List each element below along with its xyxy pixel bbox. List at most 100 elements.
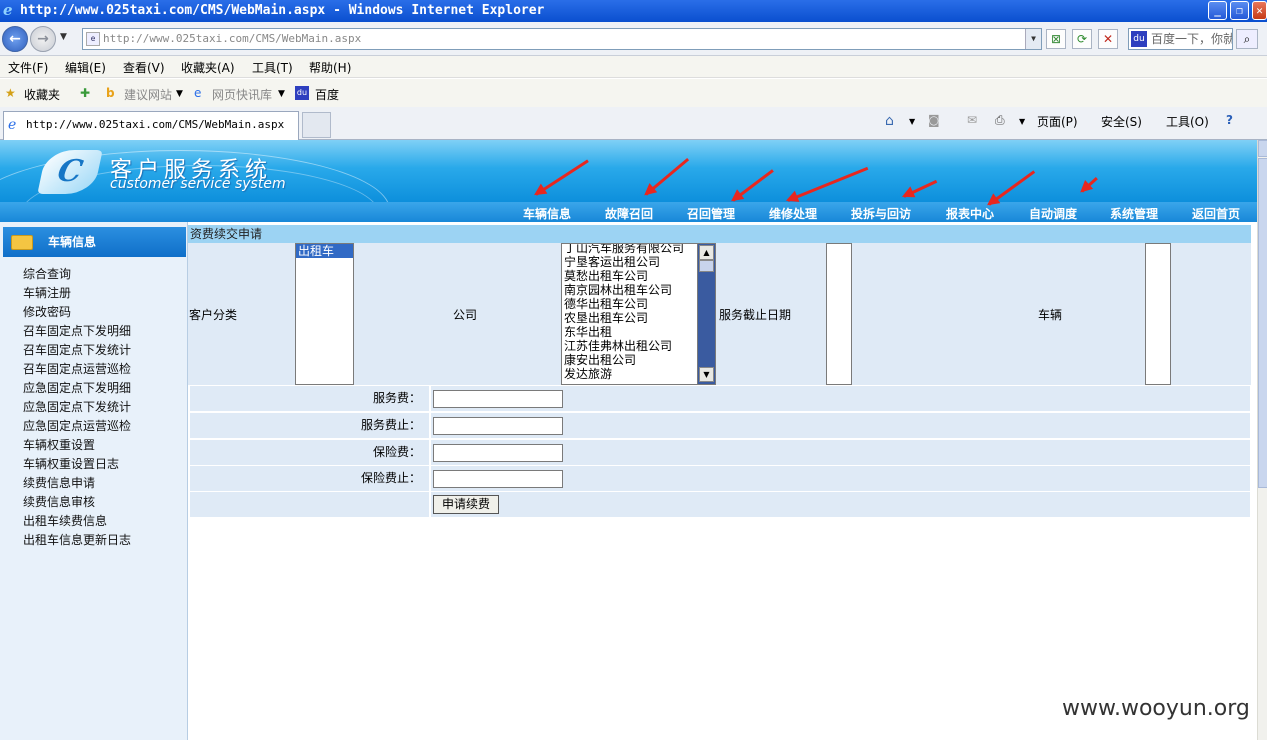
sidebar-item-call-point-detail[interactable]: 召车固定点下发明细 (23, 322, 131, 341)
nav-repair[interactable]: 维修处理 (769, 205, 817, 222)
nav-fault-recall[interactable]: 故障召回 (605, 205, 653, 222)
service-fee-input[interactable] (433, 390, 563, 408)
sidebar-item-call-point-stats[interactable]: 召车固定点下发统计 (23, 341, 131, 360)
web-slice-link[interactable]: 网页快讯库 (212, 86, 272, 103)
company-option[interactable]: 康安出租公司 (562, 353, 697, 367)
company-listbox[interactable]: 丁山汽车服务有限公司 宁垦客运出租公司 莫愁出租车公司 南京园林出租车公司 德华… (561, 243, 716, 385)
sidebar-item-taxi-renewal-info[interactable]: 出租车续费信息 (23, 512, 131, 531)
baidu-link[interactable]: 百度 (315, 86, 339, 103)
company-option[interactable]: 莫愁出租车公司 (562, 269, 697, 283)
menu-favorites[interactable]: 收藏夹(A) (181, 59, 235, 76)
home-dropdown-icon[interactable]: ▼ (909, 117, 915, 126)
favorites-label[interactable]: 收藏夹 (24, 86, 60, 103)
menu-help[interactable]: 帮助(H) (309, 59, 351, 76)
service-fee-end-input[interactable] (433, 417, 563, 435)
web-slice-dropdown-icon[interactable]: ▼ (278, 89, 285, 99)
sidebar-item-taxi-update-log[interactable]: 出租车信息更新日志 (23, 531, 131, 550)
tools-menu[interactable]: 工具(O) (1166, 113, 1209, 130)
page-scrollbar[interactable] (1257, 140, 1267, 740)
sidebar-item-comprehensive-query[interactable]: 综合查询 (23, 265, 131, 284)
browser-tab[interactable]: e http://www.025taxi.com/CMS/WebMain.asp… (3, 111, 299, 140)
customer-type-listbox[interactable]: 出租车 (295, 243, 354, 385)
vehicle-listbox[interactable] (1145, 243, 1171, 385)
mail-icon[interactable]: ✉ (967, 113, 977, 127)
sidebar-item-vehicle-registration[interactable]: 车辆注册 (23, 284, 131, 303)
history-dropdown-icon[interactable]: ▼ (60, 32, 67, 42)
page-menu[interactable]: 页面(P) (1037, 113, 1078, 130)
company-option[interactable]: 南京园林出租车公司 (562, 283, 697, 297)
company-listbox-scrollbar[interactable]: ▲ ▼ (697, 244, 715, 384)
nav-complaints[interactable]: 投拆与回访 (851, 205, 911, 222)
minimize-button[interactable]: _ (1208, 1, 1227, 20)
address-dropdown-icon[interactable]: ▼ (1025, 29, 1041, 49)
add-favorites-icon[interactable]: ✚ (80, 86, 90, 100)
nav-return-home[interactable]: 返回首页 (1192, 205, 1240, 222)
insurance-fee-label: 保险费： (372, 445, 421, 459)
compatibility-view-icon[interactable]: ⊠ (1046, 29, 1066, 49)
service-fee-label: 服务费： (372, 391, 421, 405)
sidebar-item-vehicle-weight-log[interactable]: 车辆权重设置日志 (23, 455, 131, 474)
listbox-scroll-up-icon[interactable]: ▲ (699, 245, 714, 260)
print-dropdown-icon[interactable]: ▼ (1019, 117, 1025, 126)
safety-menu[interactable]: 安全(S) (1101, 113, 1142, 130)
window-title-bar: e http://www.025taxi.com/CMS/WebMain.asp… (0, 0, 1267, 22)
customer-type-option[interactable]: 出租车 (296, 244, 353, 258)
address-input[interactable]: e http://www.025taxi.com/CMS/WebMain.asp… (82, 28, 1042, 50)
sidebar-item-renewal-apply[interactable]: 续费信息申请 (23, 474, 131, 493)
nav-recall-management[interactable]: 召回管理 (687, 205, 735, 222)
nav-auto-dispatch[interactable]: 自动调度 (1029, 205, 1077, 222)
company-option[interactable]: 发达旅游 (562, 367, 697, 381)
forward-button[interactable]: → (30, 26, 56, 52)
listbox-scroll-thumb[interactable] (699, 260, 714, 272)
help-icon[interactable]: ? (1226, 113, 1233, 127)
listbox-scroll-down-icon[interactable]: ▼ (699, 367, 714, 382)
print-icon[interactable]: ⎙ (995, 113, 1005, 128)
close-button[interactable]: ✕ (1252, 1, 1267, 20)
row-divider (429, 466, 431, 491)
sidebar-item-change-password[interactable]: 修改密码 (23, 303, 131, 322)
nav-vehicle-info[interactable]: 车辆信息 (523, 205, 571, 222)
suggested-sites-dropdown-icon[interactable]: ▼ (176, 89, 183, 99)
company-option[interactable]: 农垦出租车公司 (562, 311, 697, 325)
nav-system-management[interactable]: 系统管理 (1110, 205, 1158, 222)
maximize-button[interactable]: ❐ (1230, 1, 1249, 20)
apply-renewal-button[interactable]: 申请续费 (433, 495, 499, 514)
sidebar-item-emergency-point-detail[interactable]: 应急固定点下发明细 (23, 379, 131, 398)
company-option[interactable]: 德华出租车公司 (562, 297, 697, 311)
new-tab-button[interactable] (302, 112, 331, 138)
address-toolbar: ← → ▼ e http://www.025taxi.com/CMS/WebMa… (0, 22, 1267, 56)
row-divider (429, 386, 431, 411)
stop-icon[interactable]: ✕ (1098, 29, 1118, 49)
home-icon[interactable]: ⌂ (885, 113, 894, 129)
menu-file[interactable]: 文件(F) (8, 59, 48, 76)
suggested-sites-link[interactable]: 建议网站 (124, 86, 172, 103)
favorites-star-icon[interactable]: ★ (5, 86, 16, 100)
feeds-icon[interactable]: ◙ (928, 113, 940, 127)
refresh-icon[interactable]: ⟳ (1072, 29, 1092, 49)
insurance-fee-input[interactable] (433, 444, 563, 462)
scroll-thumb[interactable] (1258, 158, 1267, 488)
company-option[interactable]: 宁垦客运出租公司 (562, 255, 697, 269)
breadcrumb: 资费续交申请 (188, 225, 1251, 243)
sidebar-item-emergency-point-stats[interactable]: 应急固定点下发统计 (23, 398, 131, 417)
menu-edit[interactable]: 编辑(E) (65, 59, 106, 76)
sidebar-item-renewal-review[interactable]: 续费信息审核 (23, 493, 131, 512)
sidebar-item-emergency-point-patrol[interactable]: 应急固定点运营巡检 (23, 417, 131, 436)
scroll-up-button[interactable] (1258, 140, 1267, 157)
search-input[interactable]: du 百度一下，你就 (1128, 28, 1233, 50)
sidebar-item-call-point-patrol[interactable]: 召车固定点运营巡检 (23, 360, 131, 379)
back-button[interactable]: ← (2, 26, 28, 52)
address-url: http://www.025taxi.com/CMS/WebMain.aspx (103, 32, 362, 45)
sidebar-item-vehicle-weight[interactable]: 车辆权重设置 (23, 436, 131, 455)
service-end-date-listbox[interactable] (826, 243, 852, 385)
menu-tools[interactable]: 工具(T) (252, 59, 293, 76)
search-button-icon[interactable]: ⌕ (1236, 29, 1258, 49)
service-fee-end-label: 服务费止： (360, 418, 421, 432)
sidebar-heading[interactable]: 车辆信息 (3, 227, 186, 257)
company-option[interactable]: 江苏佳弗林出租公司 (562, 339, 697, 353)
company-option[interactable]: 东华出租 (562, 325, 697, 339)
insurance-fee-end-input[interactable] (433, 470, 563, 488)
nav-report-center[interactable]: 报表中心 (946, 205, 994, 222)
menu-view[interactable]: 查看(V) (123, 59, 165, 76)
company-option[interactable]: 丁山汽车服务有限公司 (562, 244, 697, 255)
